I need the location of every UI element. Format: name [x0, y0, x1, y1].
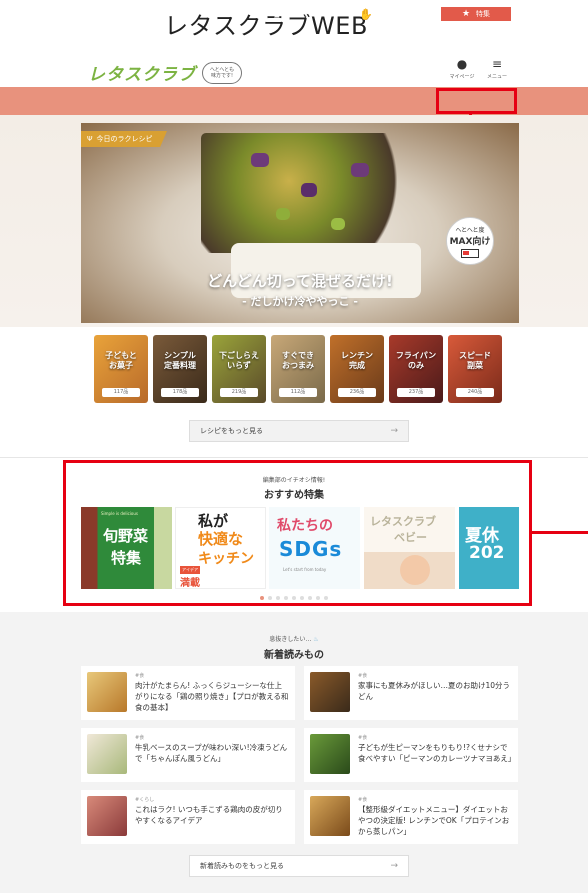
article-card[interactable]: #食 子どもが生ピーマンをもりもり!?くせナシで食べやすい「ピーマンのカレーツナ… — [304, 728, 518, 782]
article-category: #食 — [135, 735, 145, 741]
highlight-featured-section — [63, 460, 532, 606]
crown-icon: ♛ — [272, 7, 282, 21]
category-speed-side[interactable]: スピード 副菜 240品 — [448, 335, 502, 403]
article-category: #くらし — [135, 797, 155, 803]
article-category: #食 — [358, 797, 368, 803]
nav-label: レシピ — [118, 10, 140, 18]
category-label: 下ごしらえ いらず — [219, 351, 259, 370]
hand-icon: ✋ — [359, 7, 373, 21]
category-list: 子どもと お菓子 117品 シンプル 定番料理 178品 下ごしらえ いらず 2… — [94, 335, 502, 403]
logo-tagline: へとへとも 味方です! — [202, 61, 242, 84]
highlight-features-nav — [436, 88, 517, 114]
articles-more-label: 新着読みものをもっと見る — [200, 862, 284, 870]
mypage-button[interactable]: ● マイページ — [444, 58, 480, 80]
nav-label: やってみた — [378, 10, 414, 18]
article-thumbnail — [310, 672, 350, 712]
article-title: これはラク! いつも手こずる鶏肉の皮が切りやすくなるアイデア — [135, 805, 283, 825]
nav-features[interactable]: ★ 特集 — [440, 6, 512, 22]
category-kids-sweets[interactable]: 子どもと お菓子 117品 — [94, 335, 148, 403]
highlight-connector — [532, 531, 588, 534]
hamburger-icon: ≡ — [491, 57, 503, 71]
article-category: #食 — [358, 673, 368, 679]
nav-ranking[interactable]: ♛ ランキング — [272, 0, 323, 28]
site-logo[interactable]: レタスクラブ へとへとも 味方です! — [88, 60, 242, 85]
articles-title: 新着読みもの — [264, 650, 324, 661]
menu-label: メニュー — [486, 74, 507, 80]
hero-subtitle: - だしかけ冷ややっこ - — [242, 295, 358, 308]
article-thumbnail — [310, 796, 350, 836]
arrow-right-icon: → — [390, 426, 398, 436]
article-title: 子どもが生ピーマンをもりもり!?くせナシで食べやすい「ピーマンのカレーツナマヨあ… — [358, 743, 516, 763]
logo-text: レタスクラブ — [88, 65, 196, 85]
nav-label: ランキング — [287, 10, 323, 18]
nav-label: 読みもの — [203, 10, 232, 18]
badge-line1: へとへと度 — [455, 227, 485, 234]
article-category: #食 — [135, 673, 145, 679]
recipe-more-button[interactable]: レシピをもっと見る → — [189, 420, 409, 442]
category-label: スピード 副菜 — [459, 351, 491, 370]
tiredness-badge: へとへと度 MAX向け — [446, 217, 494, 265]
article-thumbnail — [310, 734, 350, 774]
category-count: 240品 — [456, 388, 494, 397]
articles-kicker: 息抜きしたい… ♨ — [0, 634, 588, 643]
nav-tried[interactable]: ✋ やってみた — [359, 0, 413, 28]
hero-tag-label: 今日のラクレシピ — [96, 135, 153, 143]
article-card[interactable]: #食 家事にも夏休みがほしい…夏のお助け10分うどん — [304, 666, 518, 720]
articles-kicker-text: 息抜きしたい… — [269, 636, 312, 643]
article-card[interactable]: #食 牛乳ベースのスープが味わい深い!冷凍うどんで「ちゃんぽん風うどん」 — [81, 728, 295, 782]
article-title: 牛乳ベースのスープが味わい深い!冷凍うどんで「ちゃんぽん風うどん」 — [135, 743, 288, 763]
articles-more-button[interactable]: 新着読みものをもっと見る → — [189, 855, 409, 877]
menu-button[interactable]: ≡ メニュー — [479, 58, 515, 80]
category-count: 219品 — [220, 388, 258, 397]
badge-line2: MAX向け — [449, 237, 491, 247]
arrow-right-icon: → — [390, 861, 398, 871]
mypage-label: マイページ — [449, 74, 475, 80]
category-label: 子どもと お菓子 — [105, 351, 137, 370]
category-label: レンチン 完成 — [341, 351, 373, 370]
battery-icon — [461, 249, 479, 258]
star-icon: ★ — [461, 9, 471, 19]
category-count: 178品 — [161, 388, 199, 397]
category-count: 117品 — [102, 388, 140, 397]
category-simple-classic[interactable]: シンプル 定番料理 178品 — [153, 335, 207, 403]
user-icon: ● — [456, 57, 468, 71]
category-quick-snacks[interactable]: すぐでき おつまみ 112品 — [271, 335, 325, 403]
article-thumbnail — [87, 734, 127, 774]
article-thumbnail — [87, 796, 127, 836]
category-label: シンプル 定番料理 — [164, 351, 196, 370]
category-frypan[interactable]: フライパン のみ 237品 — [389, 335, 443, 403]
article-thumbnail — [87, 672, 127, 712]
category-label: フライパン のみ — [395, 351, 437, 370]
recipe-more-label: レシピをもっと見る — [200, 427, 263, 435]
article-title: 【整形級ダイエットメニュー】ダイエットおやつの決定版! レンチンでOK「プロテイ… — [358, 805, 510, 836]
article-title: 家事にも夏休みがほしい…夏のお助け10分うどん — [358, 681, 511, 701]
article-card[interactable]: #食 【整形級ダイエットメニュー】ダイエットおやつの決定版! レンチンでOK「プ… — [304, 790, 518, 844]
category-label: すぐでき おつまみ — [281, 351, 315, 370]
category-count: 237品 — [397, 388, 435, 397]
hero-tag: Ψ 今日のラクレシピ — [81, 131, 167, 147]
article-card[interactable]: #食 肉汁がたまらん! ふっくらジューシーな仕上がりになる「鶏の照り焼き」【プロ… — [81, 666, 295, 720]
article-category: #食 — [358, 735, 368, 741]
category-count: 112品 — [279, 388, 317, 397]
category-count: 236品 — [338, 388, 376, 397]
book-icon: ▭ — [187, 7, 198, 21]
article-title: 肉汁がたまらん! ふっくらジューシーな仕上がりになる「鶏の照り焼き」【プロが教え… — [135, 681, 289, 712]
category-no-prep[interactable]: 下ごしらえ いらず 219品 — [212, 335, 266, 403]
steam-icon: ♨ — [313, 636, 319, 643]
article-card[interactable]: #くらし これはラク! いつも手こずる鶏肉の皮が切りやすくなるアイデア — [81, 790, 295, 844]
category-microwave[interactable]: レンチン 完成 236品 — [330, 335, 384, 403]
nav-label: 特集 — [476, 10, 491, 18]
fork-knife-icon: Ψ — [104, 7, 113, 21]
fork-knife-icon: Ψ — [87, 135, 93, 143]
nav-recipe[interactable]: Ψ レシピ — [104, 0, 140, 28]
section-divider — [0, 457, 588, 458]
nav-reading[interactable]: ▭ 読みもの — [187, 0, 231, 28]
hero-title: どんどん切って混ぜるだけ! — [207, 272, 393, 290]
